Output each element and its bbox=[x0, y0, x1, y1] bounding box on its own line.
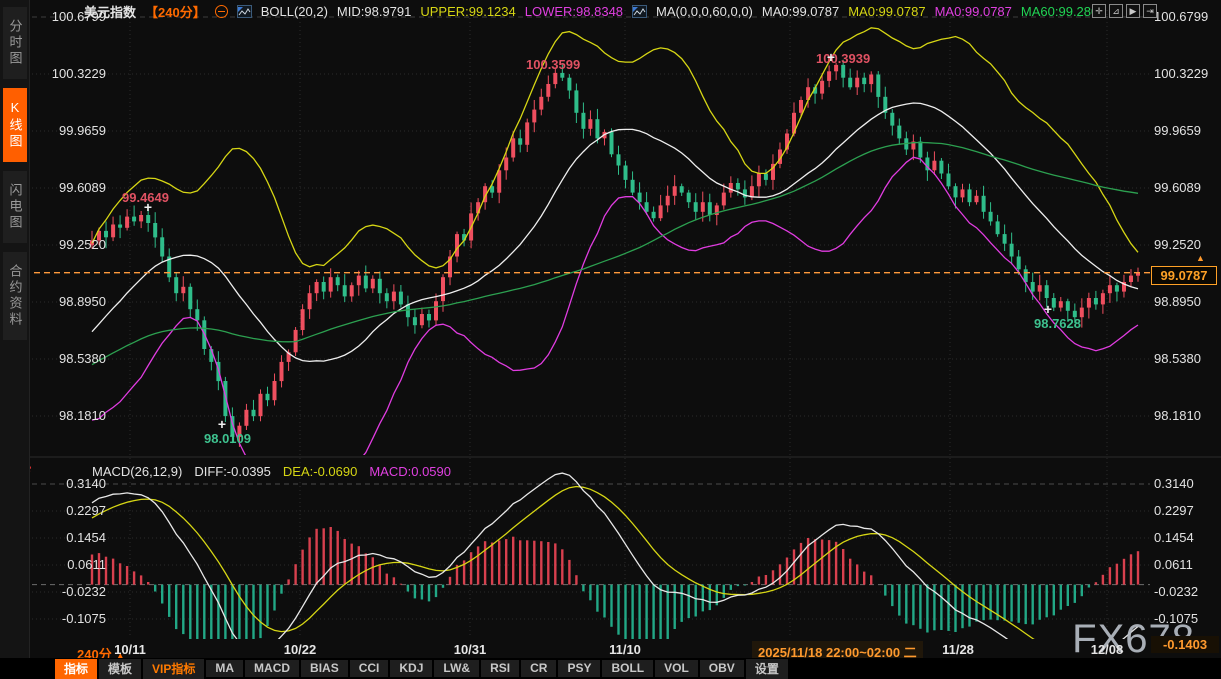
expand-right-icon[interactable]: ⇥ bbox=[1143, 4, 1157, 18]
y-axis-label: 99.6089 bbox=[30, 180, 106, 195]
price-annotation-low: 98.7628 bbox=[1034, 316, 1081, 331]
y-axis-label: 98.5380 bbox=[30, 351, 106, 366]
macd-diff-value: DIFF:-0.0395 bbox=[194, 464, 271, 479]
y-axis-label: 100.3229 bbox=[30, 66, 106, 81]
sidebar-tab-kline-chart[interactable]: K线图 bbox=[3, 88, 27, 162]
y-axis-label: 98.1810 bbox=[1154, 408, 1201, 423]
extreme-marker-icon: + bbox=[144, 199, 152, 215]
extreme-marker-icon: + bbox=[1044, 301, 1052, 317]
sidebar: 分时图 K线图 闪电图 合约资料 bbox=[0, 0, 30, 679]
toolbar-item-cci[interactable]: CCI bbox=[350, 660, 389, 677]
sidebar-tab-contract-info[interactable]: 合约资料 bbox=[3, 252, 27, 340]
toolbar-item-macd[interactable]: MACD bbox=[245, 660, 299, 677]
next-chart-icon[interactable]: ▶ bbox=[1126, 4, 1140, 18]
y-axis-label: 99.9659 bbox=[30, 123, 106, 138]
ma0-value-2: MA0:99.0787 bbox=[848, 4, 925, 19]
boll-upper-value: UPPER:99.1234 bbox=[420, 4, 515, 19]
extreme-marker-icon: + bbox=[827, 49, 835, 65]
y-axis-label: 100.6799 bbox=[1154, 9, 1208, 24]
macd-axis-label: -0.0232 bbox=[30, 584, 106, 599]
toolbar-item-rsi[interactable]: RSI bbox=[481, 660, 519, 677]
macd-axis-label: -0.1075 bbox=[1154, 611, 1198, 626]
toolbar-item-lw[interactable]: LW& bbox=[434, 660, 479, 677]
chart-canvas[interactable] bbox=[0, 0, 1221, 679]
toolbar-item-obv[interactable]: OBV bbox=[700, 660, 744, 677]
price-annotation-peak: 100.3599 bbox=[526, 57, 580, 72]
y-axis-label: 99.2520 bbox=[30, 237, 106, 252]
sidebar-tab-time-chart[interactable]: 分时图 bbox=[3, 7, 27, 79]
macd-axis-label: 0.3140 bbox=[1154, 476, 1194, 491]
x-axis-label: 10/22 bbox=[284, 642, 317, 657]
chart-header: 美元指数 【240分】 BOLL(20,2) MID:98.9791 UPPER… bbox=[84, 3, 1105, 20]
toolbar-item-kdj[interactable]: KDJ bbox=[390, 660, 432, 677]
toolbar-item-settings[interactable]: 设置 bbox=[746, 659, 788, 679]
macd-axis-label: 0.2297 bbox=[1154, 503, 1194, 518]
sidebar-tab-lightning-chart[interactable]: 闪电图 bbox=[3, 171, 27, 243]
y-axis-label: 98.5380 bbox=[1154, 351, 1201, 366]
macd-dea-value: DEA:-0.0690 bbox=[283, 464, 357, 479]
macd-value: MACD:0.0590 bbox=[369, 464, 451, 479]
x-axis-label: 12/08 bbox=[1091, 642, 1124, 657]
macd-header: MACD(26,12,9) DIFF:-0.0395 DEA:-0.0690 M… bbox=[92, 464, 451, 479]
collapse-icon[interactable] bbox=[215, 5, 228, 18]
pan-icon[interactable]: ✛ bbox=[1092, 4, 1106, 18]
x-axis-label: 11/28 bbox=[942, 642, 974, 657]
ma-indicator-icon[interactable] bbox=[632, 5, 647, 18]
ma-label: MA(0,0,0,60,0,0) bbox=[656, 4, 753, 19]
toolbar-item-template[interactable]: 模板 bbox=[99, 659, 141, 679]
x-axis-label: 10/31 bbox=[454, 642, 487, 657]
boll-indicator-icon[interactable] bbox=[237, 5, 252, 18]
price-annotation-peak: 100.3939 bbox=[816, 51, 870, 66]
price-annotation-low: 98.0109 bbox=[204, 431, 251, 446]
ma0-value-1: MA0:99.0787 bbox=[762, 4, 839, 19]
toolbar-item-ma[interactable]: MA bbox=[206, 660, 243, 677]
x-axis-label: 11/10 bbox=[609, 642, 641, 657]
macd-axis-label: 0.1454 bbox=[1154, 530, 1194, 545]
extreme-marker-icon: + bbox=[218, 416, 226, 432]
macd-axis-label: 0.2297 bbox=[30, 503, 106, 518]
y-axis-label: 100.3229 bbox=[1154, 66, 1208, 81]
boll-mid-value: MID:98.9791 bbox=[337, 4, 411, 19]
symbol-title: 美元指数 bbox=[84, 2, 136, 21]
toolbar-item-psy[interactable]: PSY bbox=[558, 660, 600, 677]
toolbar-item-cr[interactable]: CR bbox=[521, 660, 556, 677]
y-axis-label: 98.8950 bbox=[30, 294, 106, 309]
chart-tool-icons: ✛ ⊿ ▶ ⇥ bbox=[1092, 4, 1157, 18]
y-axis-label: 99.9659 bbox=[1154, 123, 1201, 138]
indicator-window-icon[interactable]: ⊿ bbox=[1109, 4, 1123, 18]
toolbar-item-vip-indicator[interactable]: VIP指标 bbox=[143, 659, 204, 679]
ma0-value-3: MA0:99.0787 bbox=[935, 4, 1012, 19]
x-axis-label: 10/11 bbox=[114, 642, 146, 657]
bottom-toolbar: 指标 模板 VIP指标 MA MACD BIAS CCI KDJ LW& RSI… bbox=[0, 658, 1221, 679]
toolbar-item-bias[interactable]: BIAS bbox=[301, 660, 348, 677]
period-label: 【240分】 bbox=[145, 2, 206, 21]
price-marker-arrow-icon: ▲ bbox=[1196, 253, 1205, 263]
toolbar-item-boll[interactable]: BOLL bbox=[602, 660, 653, 677]
macd-axis-label: 0.0611 bbox=[30, 557, 106, 572]
macd-params-label: MACD(26,12,9) bbox=[92, 464, 182, 479]
y-axis-label: 99.2520 bbox=[1154, 237, 1201, 252]
boll-label: BOLL(20,2) bbox=[261, 4, 328, 19]
macd-current-value-badge: -0.1403 bbox=[1151, 636, 1219, 653]
y-axis-label: 98.1810 bbox=[30, 408, 106, 423]
y-axis-label: 98.8950 bbox=[1154, 294, 1201, 309]
toolbar-item-vol[interactable]: VOL bbox=[655, 660, 698, 677]
macd-axis-label: -0.0232 bbox=[1154, 584, 1198, 599]
toolbar-item-indicator[interactable]: 指标 bbox=[55, 659, 97, 679]
macd-axis-label: 0.0611 bbox=[1154, 557, 1193, 572]
macd-axis-label: -0.1075 bbox=[30, 611, 106, 626]
macd-axis-label: 0.1454 bbox=[30, 530, 106, 545]
current-price-badge: 99.0787 bbox=[1151, 266, 1217, 285]
y-axis-label: 99.6089 bbox=[1154, 180, 1201, 195]
boll-lower-value: LOWER:98.8348 bbox=[525, 4, 623, 19]
